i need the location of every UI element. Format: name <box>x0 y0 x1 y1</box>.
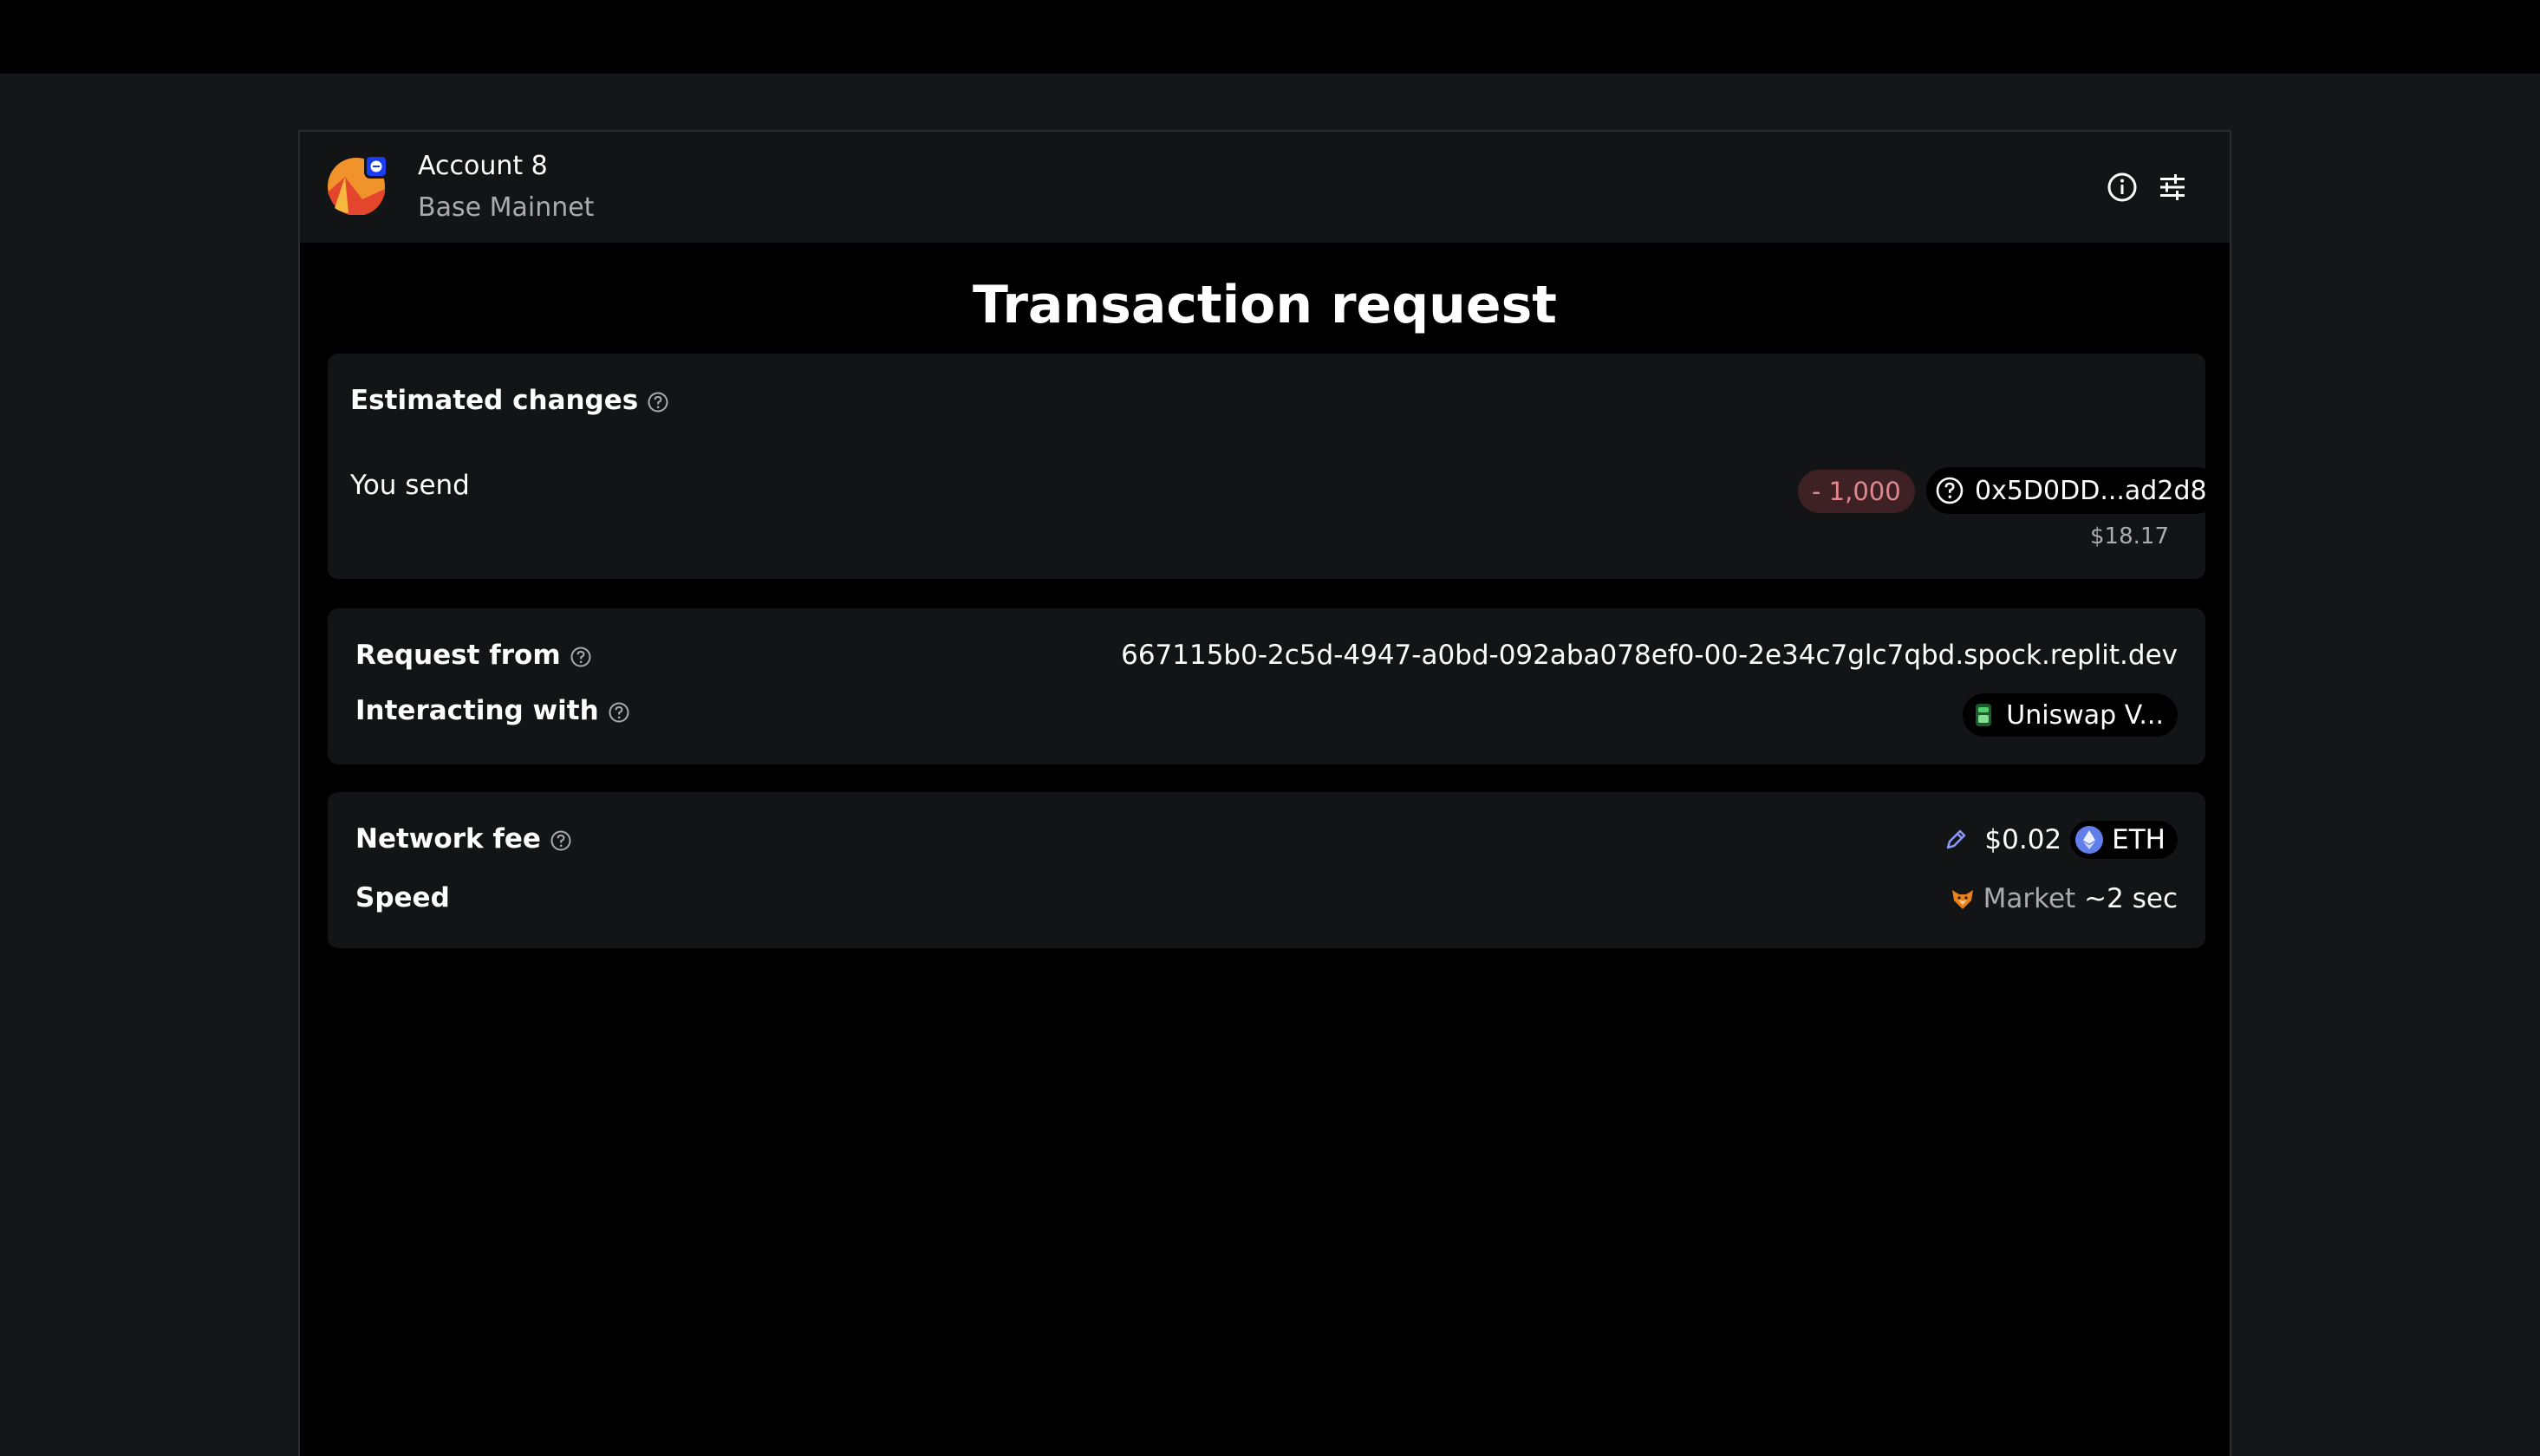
interacting-with-heading: Interacting with <box>355 695 630 726</box>
help-icon[interactable] <box>550 829 572 852</box>
token-pill[interactable]: 0x5D0DD...ad2d8 <box>1926 467 2219 514</box>
settings-sliders-icon[interactable] <box>2155 170 2190 205</box>
fox-icon <box>1951 890 1973 909</box>
pencil-icon[interactable] <box>1943 827 1969 853</box>
network-fee-card: Network fee $0.02 ETH Speed Market ~2 se… <box>328 792 2205 948</box>
network-name: Base Mainnet <box>418 192 595 223</box>
speed-label: Speed <box>355 882 450 913</box>
help-icon[interactable] <box>608 701 630 724</box>
page-title: Transaction request <box>972 275 1557 335</box>
interacting-with-label: Interacting with <box>355 695 599 726</box>
help-icon[interactable] <box>647 391 669 413</box>
request-from-heading: Request from <box>355 640 592 671</box>
eth-icon <box>2075 826 2104 854</box>
fee-currency: ETH <box>2112 824 2166 855</box>
network-fee-label: Network fee <box>355 823 541 855</box>
request-origin: 667115b0-2c5d-4947-a0bd-092aba078ef0-00-… <box>1121 640 2178 671</box>
speed-selector[interactable]: Market ~2 sec <box>1949 877 2178 920</box>
account-name[interactable]: Account 8 <box>418 151 548 181</box>
estimated-changes-label: Estimated changes <box>350 385 639 416</box>
contract-pill[interactable]: Uniswap V... <box>1963 693 2178 737</box>
request-details-card: Request from 667115b0-2c5d-4947-a0bd-092… <box>328 608 2205 764</box>
estimated-changes-heading: Estimated changes <box>350 385 669 416</box>
request-from-label: Request from <box>355 640 561 671</box>
account-header: Account 8 Base Mainnet <box>300 132 2230 243</box>
top-bar <box>0 0 2540 74</box>
unknown-token-icon <box>1936 477 1964 504</box>
token-address: 0x5D0DD...ad2d8 <box>1975 475 2207 506</box>
you-send-label: You send <box>350 470 470 501</box>
speed-name: Market <box>1983 883 2076 914</box>
help-icon[interactable] <box>570 646 592 668</box>
fee-amount: $0.02 <box>1984 824 2062 855</box>
info-icon[interactable] <box>2105 170 2139 205</box>
network-fee-heading: Network fee <box>355 823 572 855</box>
speed-time: ~2 sec <box>2084 883 2178 914</box>
fee-token-pill[interactable]: ETH <box>2070 821 2178 859</box>
contract-name: Uniswap V... <box>2006 699 2164 731</box>
estimated-changes-card: Estimated changes You send - 1,000 0x5D0… <box>328 354 2219 579</box>
send-amount-badge: - 1,000 <box>1798 470 1915 513</box>
contract-icon <box>1976 704 1992 726</box>
transaction-panel: Account 8 Base Mainnet Transaction reque… <box>298 130 2231 1456</box>
usd-value: $18.17 <box>2090 523 2169 549</box>
network-badge-icon <box>364 154 388 179</box>
fee-row: $0.02 ETH <box>1943 818 2178 861</box>
